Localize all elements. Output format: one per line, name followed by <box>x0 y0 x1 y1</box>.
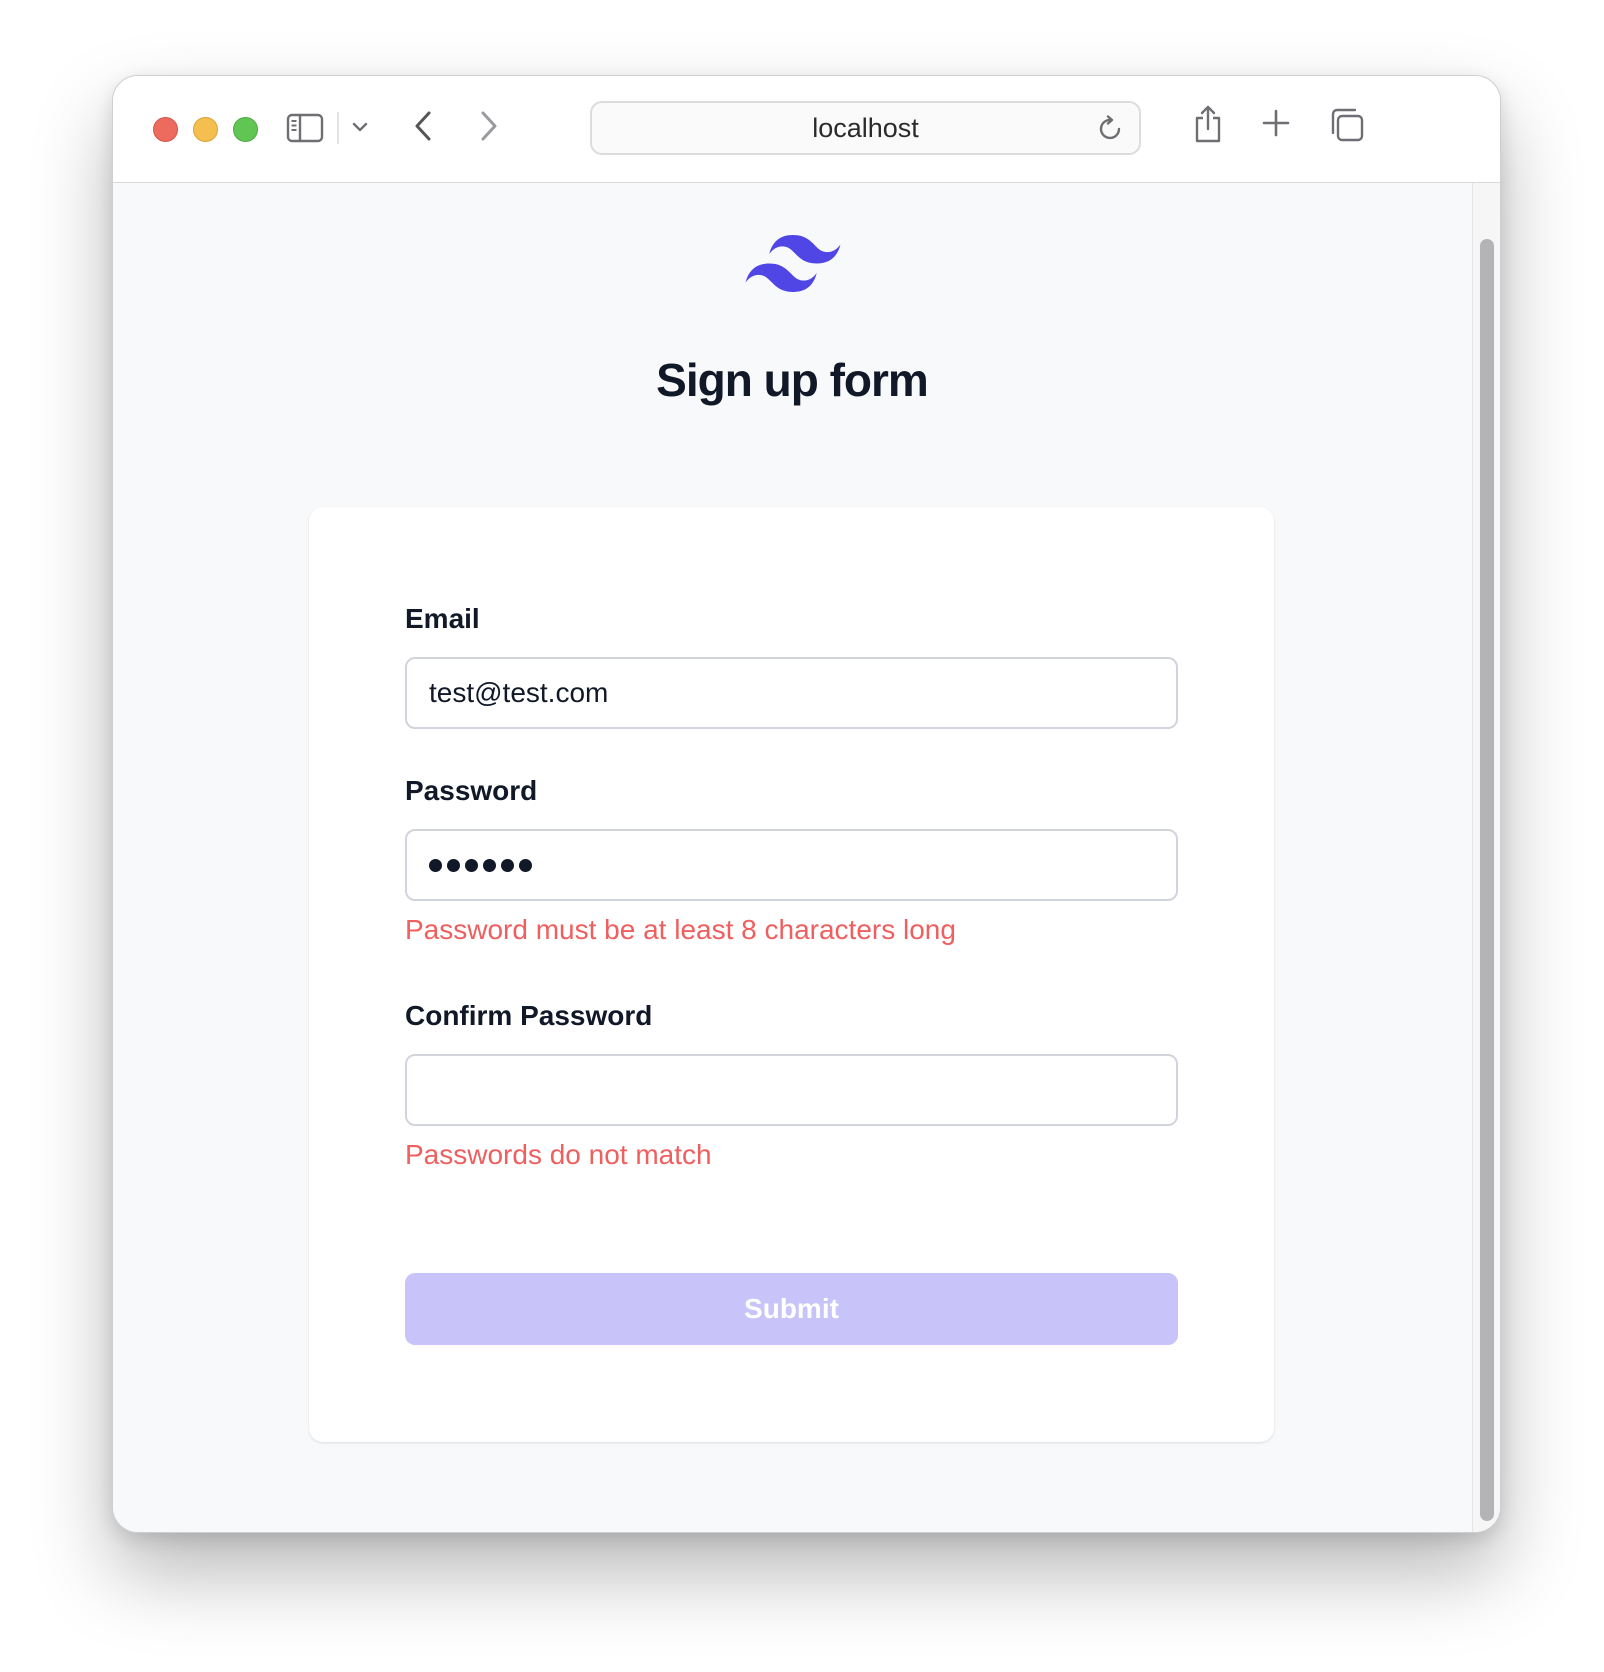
password-error-message: Password must be at least 8 characters l… <box>405 914 956 945</box>
minimize-window-button[interactable] <box>193 117 218 142</box>
page-content: Sign up form Email Password Password mus… <box>113 183 1471 1532</box>
reload-icon[interactable] <box>1097 115 1125 148</box>
address-bar[interactable]: localhost <box>590 101 1141 155</box>
scrollbar-thumb[interactable] <box>1480 239 1494 1521</box>
back-arrow-icon[interactable] <box>409 106 437 146</box>
forward-arrow-icon[interactable] <box>475 106 503 146</box>
confirm-password-field[interactable] <box>405 1054 1178 1126</box>
confirm-password-error-message: Passwords do not match <box>405 1139 712 1170</box>
password-field[interactable] <box>405 829 1178 901</box>
signup-form-card: Email Password Password must be at least… <box>309 507 1274 1442</box>
plus-icon[interactable] <box>1259 106 1293 140</box>
tab-overview-icon[interactable] <box>1328 106 1366 144</box>
sidebar-toggle-icon[interactable] <box>285 110 325 146</box>
browser-toolbar: localhost <box>113 76 1500 183</box>
browser-window: localhost Sign up form Email test@test.c… <box>112 75 1501 1533</box>
toolbar-divider <box>337 112 339 144</box>
email-label: Email <box>405 603 480 634</box>
submit-button[interactable]: Submit <box>405 1273 1178 1345</box>
tailwind-logo-icon <box>745 235 841 293</box>
close-window-button[interactable] <box>153 117 178 142</box>
scrollbar[interactable] <box>1472 183 1500 1532</box>
address-bar-url: localhost <box>812 112 919 143</box>
page-title: Sign up form <box>656 354 929 406</box>
confirm-password-label: Confirm Password <box>405 1000 653 1031</box>
maximize-window-button[interactable] <box>233 117 258 142</box>
email-field[interactable] <box>405 657 1178 729</box>
share-icon[interactable] <box>1191 102 1225 146</box>
password-label: Password <box>405 775 538 806</box>
chevron-down-icon[interactable] <box>349 116 371 138</box>
